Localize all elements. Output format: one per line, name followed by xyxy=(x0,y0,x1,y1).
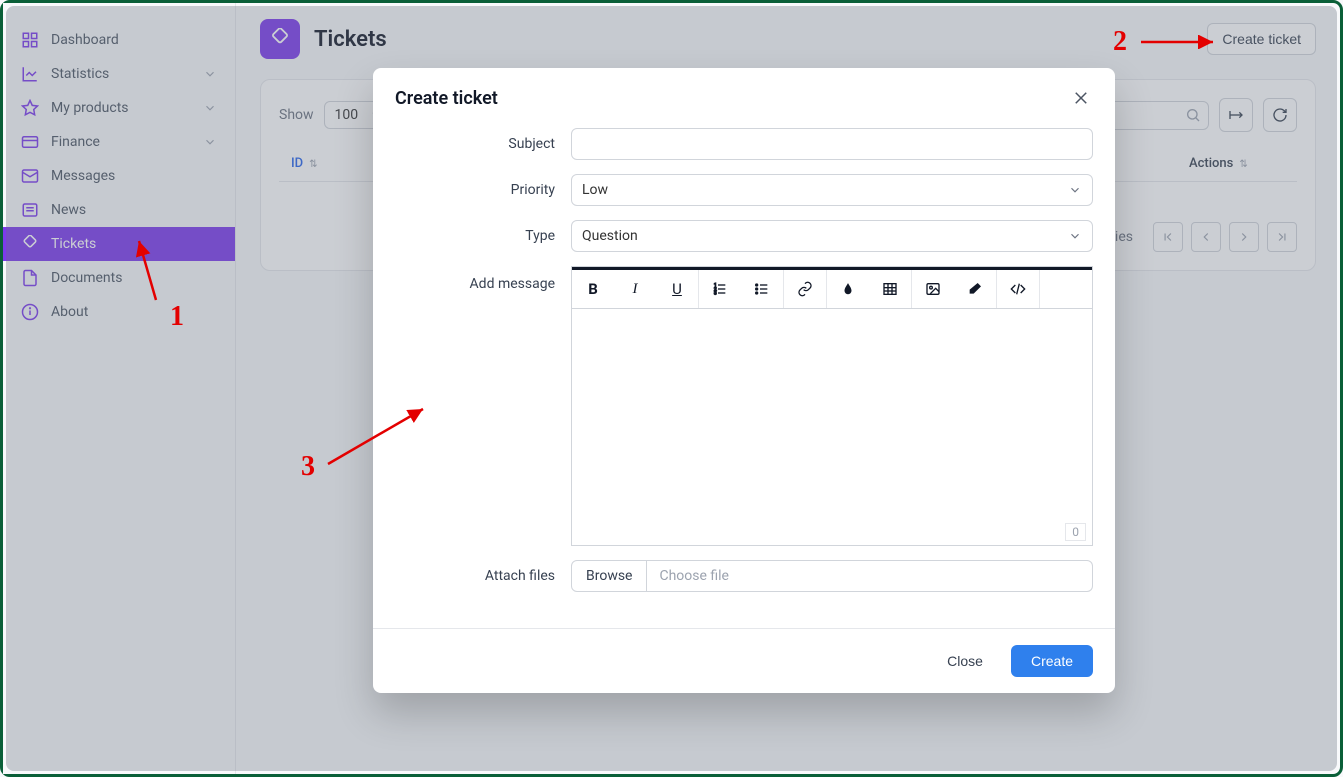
annotation-1: 1 xyxy=(170,301,184,333)
sidebar: Dashboard Statistics My products Fina xyxy=(3,3,236,774)
modal-title: Create ticket xyxy=(395,88,498,109)
dashboard-icon xyxy=(21,31,39,49)
color-button[interactable] xyxy=(827,270,869,308)
subject-label: Subject xyxy=(395,136,555,152)
show-label: Show xyxy=(279,107,314,123)
annotation-2: 2 xyxy=(1113,26,1127,58)
sidebar-item-label: Messages xyxy=(51,168,115,184)
code-button[interactable] xyxy=(997,270,1039,308)
sidebar-item-messages[interactable]: Messages xyxy=(3,159,235,193)
annotation-arrow-1 xyxy=(131,235,161,305)
sidebar-item-finance[interactable]: Finance xyxy=(3,125,235,159)
message-label: Add message xyxy=(395,266,555,292)
annotation-3: 3 xyxy=(301,451,315,483)
sidebar-item-label: Statistics xyxy=(51,66,109,82)
character-counter: 0 xyxy=(1065,523,1086,541)
sidebar-item-label: Dashboard xyxy=(51,32,119,48)
sidebar-item-documents[interactable]: Documents xyxy=(3,261,235,295)
annotation-arrow-2 xyxy=(1138,35,1218,49)
info-icon xyxy=(21,303,39,321)
sidebar-item-label: Finance xyxy=(51,134,100,150)
underline-button[interactable]: U xyxy=(656,270,698,308)
ordered-list-button[interactable]: 123 xyxy=(699,270,741,308)
chevron-down-icon xyxy=(203,135,217,149)
sidebar-item-news[interactable]: News xyxy=(3,193,235,227)
news-icon xyxy=(21,201,39,219)
italic-button[interactable]: I xyxy=(614,270,656,308)
eraser-button[interactable] xyxy=(954,270,996,308)
sidebar-item-tickets[interactable]: Tickets xyxy=(3,227,235,261)
sidebar-item-label: My products xyxy=(51,100,129,116)
attach-label: Attach files xyxy=(395,568,555,584)
type-label: Type xyxy=(395,228,555,244)
column-actions[interactable]: Actions⇅ xyxy=(1177,146,1297,182)
search-icon xyxy=(1185,107,1201,123)
mail-icon xyxy=(21,167,39,185)
file-placeholder[interactable]: Choose file xyxy=(647,560,1093,592)
priority-select[interactable]: Low xyxy=(571,174,1093,206)
document-icon xyxy=(21,269,39,287)
message-textarea[interactable]: 0 xyxy=(572,309,1092,545)
table-button[interactable] xyxy=(869,270,911,308)
sidebar-item-label: About xyxy=(51,304,88,320)
refresh-button[interactable] xyxy=(1263,98,1297,132)
sidebar-item-label: Documents xyxy=(51,270,122,286)
chevron-down-icon xyxy=(1068,229,1082,243)
create-ticket-modal: Create ticket Subject Priority Low Type xyxy=(373,68,1115,693)
page-last-button[interactable] xyxy=(1267,222,1297,252)
chevron-down-icon xyxy=(1068,183,1082,197)
priority-label: Priority xyxy=(395,182,555,198)
unordered-list-button[interactable] xyxy=(741,270,783,308)
modal-close-btn[interactable]: Close xyxy=(933,645,997,677)
sidebar-item-my-products[interactable]: My products xyxy=(3,91,235,125)
sidebar-item-about[interactable]: About xyxy=(3,295,235,329)
page-title-icon xyxy=(260,19,300,59)
type-select[interactable]: Question xyxy=(571,220,1093,252)
rich-text-editor: B I U 123 xyxy=(571,266,1093,546)
subject-input[interactable] xyxy=(571,128,1093,160)
ticket-icon xyxy=(21,235,39,253)
sidebar-item-label: News xyxy=(51,202,86,218)
finance-icon xyxy=(21,133,39,151)
page-title: Tickets xyxy=(314,27,387,52)
svg-text:3: 3 xyxy=(714,290,717,296)
chart-icon xyxy=(21,65,39,83)
page-first-button[interactable] xyxy=(1153,222,1183,252)
bold-button[interactable]: B xyxy=(572,270,614,308)
page-prev-button[interactable] xyxy=(1191,222,1221,252)
star-icon xyxy=(21,99,39,117)
browse-button[interactable]: Browse xyxy=(571,560,647,592)
image-button[interactable] xyxy=(912,270,954,308)
page-next-button[interactable] xyxy=(1229,222,1259,252)
link-button[interactable] xyxy=(784,270,826,308)
modal-close-button[interactable] xyxy=(1069,86,1093,110)
sidebar-item-dashboard[interactable]: Dashboard xyxy=(3,23,235,57)
chevron-down-icon xyxy=(203,67,217,81)
expand-columns-button[interactable] xyxy=(1219,98,1253,132)
annotation-arrow-3 xyxy=(323,401,433,471)
sidebar-item-label: Tickets xyxy=(51,236,96,252)
sidebar-item-statistics[interactable]: Statistics xyxy=(3,57,235,91)
chevron-down-icon xyxy=(203,101,217,115)
modal-create-btn[interactable]: Create xyxy=(1011,645,1093,677)
create-ticket-button[interactable]: Create ticket xyxy=(1207,23,1316,55)
